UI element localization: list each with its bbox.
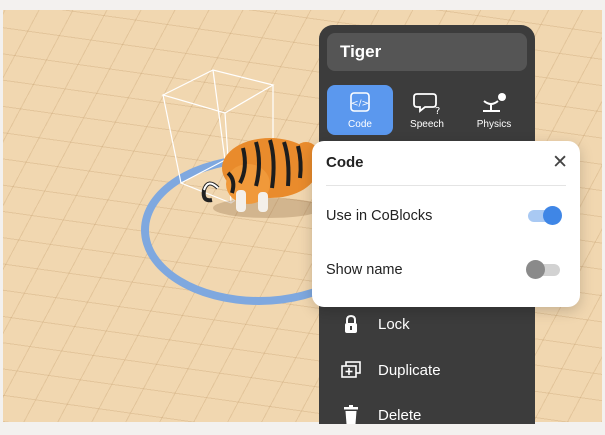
code-icon: </>: [327, 91, 393, 119]
show-name-label: Show name: [326, 262, 403, 278]
use-in-coblocks-label: Use in CoBlocks: [326, 208, 433, 224]
trash-icon: [336, 405, 366, 425]
toggle-knob: [526, 260, 545, 279]
duplicate-label: Duplicate: [378, 361, 441, 379]
tiger-model[interactable]: [198, 118, 328, 228]
svg-text:</>: </>: [351, 99, 369, 109]
code-popover: Code ✕ Use in CoBlocks Show name: [312, 141, 580, 307]
lock-icon: [336, 314, 366, 334]
physics-icon: [461, 91, 527, 119]
tab-speech[interactable]: ? Speech: [394, 85, 460, 135]
tab-code-label: Code: [348, 119, 372, 130]
lock-label: Lock: [378, 315, 410, 333]
toggle-knob: [543, 206, 562, 225]
divider: [326, 185, 566, 186]
show-name-toggle[interactable]: [526, 260, 560, 279]
svg-text:?: ?: [435, 106, 440, 115]
object-name-field[interactable]: Tiger: [327, 33, 527, 71]
speech-bubble-icon: ?: [394, 91, 460, 119]
tab-code[interactable]: </> Code: [327, 85, 393, 135]
lock-menu-item[interactable]: Lock: [319, 304, 535, 344]
tab-speech-label: Speech: [410, 119, 444, 130]
popover-title: Code: [326, 154, 364, 171]
duplicate-icon: [336, 361, 366, 379]
delete-menu-item[interactable]: Delete: [319, 395, 535, 435]
use-in-coblocks-toggle[interactable]: [528, 206, 562, 225]
close-icon[interactable]: ✕: [552, 151, 568, 174]
tab-physics[interactable]: Physics: [461, 85, 527, 135]
delete-label: Delete: [378, 406, 422, 424]
duplicate-menu-item[interactable]: Duplicate: [319, 350, 535, 390]
tab-physics-label: Physics: [476, 119, 512, 130]
